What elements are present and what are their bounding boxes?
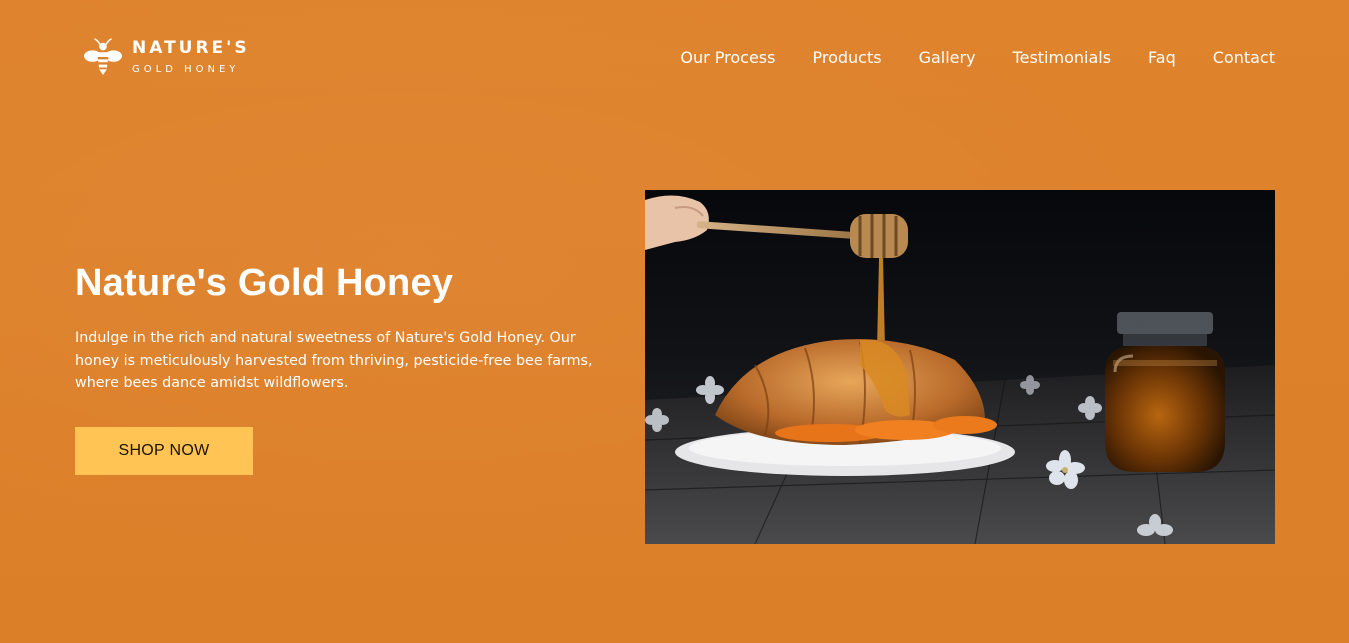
nav-faq[interactable]: Faq	[1148, 48, 1176, 67]
hero-image	[645, 190, 1275, 544]
honey-croissant-photo	[645, 190, 1275, 544]
nav-contact[interactable]: Contact	[1213, 48, 1275, 67]
nav-products[interactable]: Products	[812, 48, 881, 67]
brand-logo[interactable]: NATURE'S GOLD HONEY	[84, 37, 250, 77]
hero-section: Nature's Gold Honey Indulge in the rich …	[75, 262, 620, 475]
nav-gallery[interactable]: Gallery	[919, 48, 976, 67]
nav-testimonials[interactable]: Testimonials	[1013, 48, 1112, 67]
brand-tagline: GOLD HONEY	[132, 63, 240, 75]
site-header: NATURE'S GOLD HONEY Our Process Products…	[84, 36, 1275, 78]
brand-name: NATURE'S	[132, 37, 250, 58]
nav-our-process[interactable]: Our Process	[680, 48, 775, 67]
bee-icon	[84, 38, 122, 76]
shop-now-button[interactable]: SHOP NOW	[75, 426, 253, 475]
main-nav: Our Process Products Gallery Testimonial…	[680, 48, 1275, 67]
hero-title: Nature's Gold Honey	[75, 262, 454, 304]
hero-description: Indulge in the rich and natural sweetnes…	[75, 330, 593, 391]
